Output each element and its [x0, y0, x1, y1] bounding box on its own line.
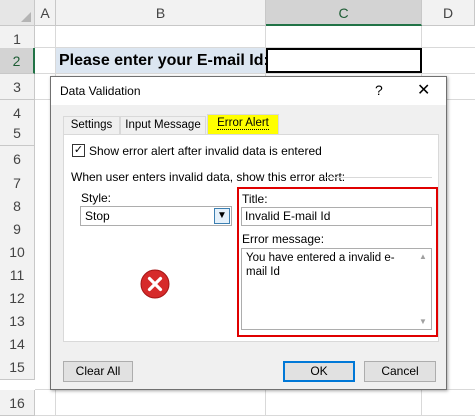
- error-message-text: You have entered a invalid e-mail Id: [246, 252, 395, 278]
- column-header-c[interactable]: C: [266, 0, 422, 26]
- column-header-a[interactable]: A: [35, 0, 56, 26]
- scroll-down-icon[interactable]: ▼: [419, 317, 427, 326]
- row-header-16[interactable]: 16: [0, 390, 35, 416]
- style-value: Stop: [85, 209, 110, 223]
- error-message-label: Error message:: [242, 232, 325, 246]
- ok-button[interactable]: OK: [283, 361, 355, 382]
- tab-error-alert[interactable]: Error Alert: [207, 114, 279, 135]
- error-stop-icon: [140, 269, 170, 299]
- checkmark-icon: ✓: [73, 144, 84, 156]
- title-label: Title:: [242, 192, 268, 206]
- data-validation-dialog: Data Validation ? ✕ Settings Input Messa…: [50, 76, 447, 390]
- row-header-15[interactable]: 15: [0, 354, 35, 380]
- chevron-down-icon[interactable]: ▼: [214, 208, 230, 224]
- gridline: [35, 73, 475, 74]
- style-select[interactable]: Stop ▼: [80, 206, 232, 226]
- error-alert-panel: ✓ Show error alert after invalid data is…: [63, 134, 439, 342]
- row-header-2[interactable]: 2: [0, 48, 35, 74]
- select-all-triangle-icon: [21, 12, 31, 22]
- cancel-button[interactable]: Cancel: [364, 361, 436, 382]
- group-divider: [324, 177, 432, 178]
- scroll-up-icon[interactable]: ▲: [419, 252, 427, 261]
- message-scrollbar[interactable]: ▲ ▼: [417, 249, 431, 329]
- help-button[interactable]: ?: [375, 82, 383, 98]
- tab-settings-label: Settings: [70, 119, 113, 131]
- error-message-textarea[interactable]: You have entered a invalid e-mail Id ▲ ▼: [241, 248, 432, 330]
- email-prompt-cell[interactable]: Please enter your E-mail Id:: [56, 48, 269, 73]
- show-alert-label: Show error alert after invalid data is e…: [89, 144, 322, 158]
- tab-input-message-label: Input Message: [125, 119, 201, 131]
- row-header-5[interactable]: 5: [0, 120, 35, 146]
- email-input-cell[interactable]: [266, 48, 422, 73]
- tab-settings[interactable]: Settings: [63, 116, 120, 135]
- dialog-titlebar[interactable]: Data Validation ? ✕: [51, 77, 446, 105]
- row-header-6[interactable]: 6: [0, 146, 35, 172]
- group-label: When user enters invalid data, show this…: [71, 170, 346, 184]
- row-header-3[interactable]: 3: [0, 74, 35, 100]
- column-header-d[interactable]: D: [422, 0, 475, 26]
- tab-error-alert-label: Error Alert: [217, 117, 269, 130]
- close-button[interactable]: ✕: [417, 80, 430, 100]
- dialog-title: Data Validation: [60, 84, 141, 98]
- title-input[interactable]: Invalid E-mail Id: [241, 207, 432, 226]
- style-label: Style:: [81, 191, 112, 205]
- clear-all-button[interactable]: Clear All: [63, 361, 133, 382]
- tab-input-message[interactable]: Input Message: [120, 116, 206, 135]
- column-header-b[interactable]: B: [56, 0, 266, 26]
- select-all-corner[interactable]: [0, 0, 35, 26]
- show-alert-checkbox[interactable]: ✓: [72, 144, 85, 157]
